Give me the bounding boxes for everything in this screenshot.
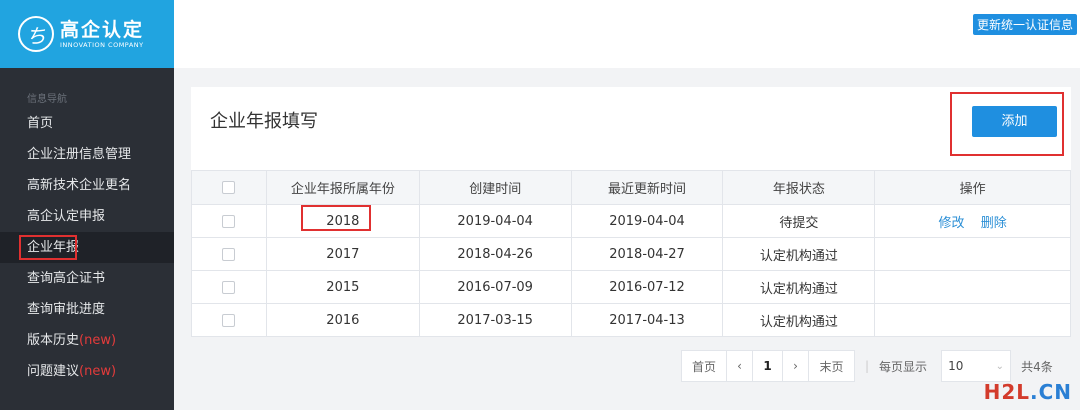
status-cell: 认定机构通过 bbox=[722, 237, 876, 271]
created-cell: 2016-07-09 bbox=[418, 270, 572, 304]
year-cell: 2015 bbox=[265, 270, 420, 304]
column-header: 操作 bbox=[874, 170, 1071, 205]
sidebar-item-rename[interactable]: 高新技术企业更名 bbox=[0, 170, 174, 201]
row-checkbox[interactable] bbox=[222, 214, 236, 228]
last-page-button[interactable]: 末页 bbox=[809, 350, 855, 382]
updated-cell: 2018-04-27 bbox=[570, 237, 724, 271]
select-all-cell bbox=[191, 170, 267, 205]
column-header: 最近更新时间 bbox=[570, 170, 724, 205]
per-page-label: 每页显示 bbox=[879, 359, 928, 374]
sidebar-item-label: 查询高企证书 bbox=[27, 271, 106, 286]
row-checkbox[interactable] bbox=[222, 280, 236, 294]
sidebar-item-progress-query[interactable]: 查询审批进度 bbox=[0, 294, 174, 325]
logo[interactable]: ち 高企认定 INNOVATION COMPANY bbox=[0, 0, 174, 68]
sidebar-item-label: 高企认定申报 bbox=[27, 209, 106, 224]
add-button[interactable]: 添加 bbox=[972, 106, 1057, 137]
sidebar-item-label: 企业注册信息管理 bbox=[27, 147, 132, 162]
table-row: 2016 2017-03-15 2017-04-13 认定机构通过 bbox=[191, 303, 1071, 337]
watermark-logo: H2L.CN bbox=[983, 380, 1072, 404]
sidebar-item-label: 版本历史 bbox=[27, 333, 80, 348]
sidebar-item-certification[interactable]: 高企认定申报 bbox=[0, 201, 174, 232]
top-bar: 更新统一认证信息 bbox=[174, 0, 1080, 68]
annual-report-panel: 企业年报填写 添加 企业年报所属年份 创建时间 最近更新时间 年报状态 操作 2… bbox=[191, 87, 1071, 337]
logo-subtitle: INNOVATION COMPANY bbox=[60, 40, 144, 49]
status-cell: 认定机构通过 bbox=[722, 303, 876, 337]
sidebar-item-label: 首页 bbox=[27, 116, 54, 131]
status-cell: 待提交 bbox=[722, 204, 876, 238]
table-header-row: 企业年报所属年份 创建时间 最近更新时间 年报状态 操作 bbox=[191, 170, 1071, 205]
chevron-down-icon: ⌄ bbox=[995, 360, 1005, 372]
actions-cell bbox=[874, 303, 1071, 337]
first-page-button[interactable]: 首页 bbox=[681, 350, 727, 382]
table-row: 2018 2019-04-04 2019-04-04 待提交 修改 删除 bbox=[191, 204, 1071, 238]
column-header: 创建时间 bbox=[418, 170, 572, 205]
new-badge: (new) bbox=[79, 364, 117, 379]
updated-cell: 2017-04-13 bbox=[570, 303, 724, 337]
column-header: 企业年报所属年份 bbox=[265, 170, 420, 205]
sidebar-item-feedback[interactable]: 问题建议(new) bbox=[0, 356, 174, 387]
highlight-box bbox=[19, 235, 77, 260]
logo-title: 高企认定 bbox=[60, 18, 145, 41]
created-cell: 2019-04-04 bbox=[418, 204, 572, 238]
per-page-value: 10 bbox=[948, 359, 964, 373]
table-row: 2015 2016-07-09 2016-07-12 认定机构通过 bbox=[191, 270, 1071, 304]
created-cell: 2017-03-15 bbox=[418, 303, 572, 337]
sidebar-item-label: 高新技术企业更名 bbox=[27, 178, 132, 193]
year-cell: 2017 bbox=[265, 237, 420, 271]
update-auth-info-button[interactable]: 更新统一认证信息 bbox=[972, 14, 1077, 35]
status-cell: 认定机构通过 bbox=[722, 270, 876, 304]
sidebar-item-registration[interactable]: 企业注册信息管理 bbox=[0, 139, 174, 170]
sidebar-item-home[interactable]: 首页 bbox=[0, 108, 174, 139]
delete-link[interactable]: 删除 bbox=[981, 216, 1007, 231]
per-page-select[interactable]: 10 ⌄ bbox=[941, 350, 1012, 382]
sidebar: ち 高企认定 INNOVATION COMPANY 信息导航 首页 企业注册信息… bbox=[0, 0, 174, 410]
year-cell: 2016 bbox=[265, 303, 420, 337]
next-page-icon[interactable]: › bbox=[783, 350, 809, 382]
created-cell: 2018-04-26 bbox=[418, 237, 572, 271]
current-page[interactable]: 1 bbox=[753, 350, 783, 382]
highlight-box bbox=[301, 204, 372, 231]
nav-caption: 信息导航 bbox=[27, 94, 67, 105]
total-count: 共4条 bbox=[1021, 359, 1053, 374]
actions-cell: 修改 删除 bbox=[874, 204, 1071, 238]
sidebar-item-version-history[interactable]: 版本历史(new) bbox=[0, 325, 174, 356]
sidebar-item-label: 问题建议 bbox=[27, 364, 80, 379]
edit-link[interactable]: 修改 bbox=[939, 216, 965, 231]
table-row: 2017 2018-04-26 2018-04-27 认定机构通过 bbox=[191, 237, 1071, 271]
logo-icon: ち bbox=[18, 16, 54, 52]
new-badge: (new) bbox=[79, 333, 117, 348]
row-checkbox[interactable] bbox=[222, 313, 236, 327]
select-all-checkbox[interactable] bbox=[222, 181, 236, 194]
sidebar-item-label: 查询审批进度 bbox=[27, 302, 106, 317]
page-title: 企业年报填写 bbox=[210, 111, 318, 132]
sidebar-item-certificate-query[interactable]: 查询高企证书 bbox=[0, 263, 174, 294]
row-checkbox[interactable] bbox=[222, 247, 236, 261]
divider: | bbox=[865, 359, 870, 373]
sidebar-item-annual-report[interactable]: 企业年报 bbox=[0, 232, 174, 263]
actions-cell bbox=[874, 237, 1071, 271]
pagination: 首页 ‹ 1 › 末页 | 每页显示 10 ⌄ 共4条 bbox=[681, 350, 1053, 382]
prev-page-icon[interactable]: ‹ bbox=[727, 350, 753, 382]
updated-cell: 2019-04-04 bbox=[570, 204, 724, 238]
actions-cell bbox=[874, 270, 1071, 304]
column-header: 年报状态 bbox=[722, 170, 876, 205]
updated-cell: 2016-07-12 bbox=[570, 270, 724, 304]
annual-report-table: 企业年报所属年份 创建时间 最近更新时间 年报状态 操作 2018 2019-0… bbox=[191, 170, 1071, 337]
